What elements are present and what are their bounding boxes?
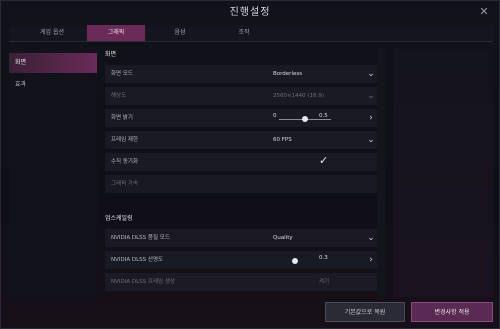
setting-label: 화면 밝기: [111, 115, 133, 121]
setting-label: NVIDIA DLSS 품질 모드: [111, 235, 170, 241]
description-panel: [393, 49, 493, 297]
setting-label: 프레임 제한: [111, 137, 139, 143]
setting-row-vsync[interactable]: 수직 동기화 ✓: [105, 153, 383, 171]
setting-row-dlss-mode[interactable]: NVIDIA DLSS 품질 모드 Quality ⌄: [105, 229, 383, 247]
setting-label: 수직 동기화: [111, 159, 139, 165]
check-icon[interactable]: ✓: [319, 154, 331, 168]
setting-value: Quality: [273, 235, 293, 241]
apply-changes-button[interactable]: 변경사항 적용: [411, 302, 493, 322]
section-title-display: 화면: [105, 51, 117, 58]
setting-value: Borderless: [273, 71, 303, 77]
setting-row-dlss-sharpness[interactable]: NVIDIA DLSS 선명도 0.3 ›: [105, 251, 383, 269]
brightness-slider-knob[interactable]: [302, 116, 308, 122]
section-title-upscaling: 업스케일링: [105, 215, 133, 222]
slider-value-label: 0.3: [319, 255, 328, 261]
window-title: 진행설정: [229, 7, 271, 18]
chevron-down-icon[interactable]: ⌄: [365, 232, 377, 244]
setting-label: NVIDIA DLSS 선명도: [111, 257, 164, 263]
close-icon[interactable]: ✕: [478, 6, 490, 18]
chevron-down-icon[interactable]: ⌄: [365, 134, 377, 146]
slider-max-label: 0.5: [319, 113, 328, 119]
sidebar-item-effects[interactable]: 효과: [9, 75, 97, 95]
setting-label: 해상도: [111, 93, 127, 99]
setting-value: 2560×1440 (16:9): [273, 93, 324, 99]
settings-panel: 화면 화면 모드 Borderless ⌄ 해상도 2560×1440 (16:…: [101, 45, 389, 297]
setting-row-frame-limit[interactable]: 프레임 제한 60 FPS ⌄: [105, 131, 383, 149]
setting-row-brightness[interactable]: 화면 밝기 0 0.5 ›: [105, 109, 383, 127]
tab-graphics[interactable]: 그래픽: [87, 25, 145, 41]
tab-bar: 게임 옵션 그래픽 음성 조작: [9, 25, 493, 42]
setting-row-display-mode[interactable]: 화면 모드 Borderless ⌄: [105, 65, 383, 83]
chevron-down-icon[interactable]: ⌄: [365, 90, 377, 102]
chevron-down-icon[interactable]: ⌄: [365, 68, 377, 80]
setting-row-dlss-frame[interactable]: NVIDIA DLSS 프레임 생성 켜기: [105, 273, 383, 291]
tab-game-options[interactable]: 게임 옵션: [23, 25, 81, 41]
settings-window: 진행설정 ✕ 게임 옵션 그래픽 음성 조작 화면 효과 화면 화면 모드 Bo…: [0, 0, 500, 329]
sidebar: 화면 효과: [9, 49, 97, 297]
tab-audio[interactable]: 음성: [151, 25, 209, 41]
chevron-right-icon[interactable]: ›: [365, 112, 377, 124]
slider-min-label: 0: [273, 113, 277, 119]
setting-label: 그래픽 가속: [111, 181, 139, 187]
tab-controls[interactable]: 조작: [215, 25, 273, 41]
chevron-right-icon[interactable]: ›: [365, 254, 377, 266]
setting-row-resolution[interactable]: 해상도 2560×1440 (16:9) ⌄: [105, 87, 383, 105]
setting-value: 60 FPS: [273, 137, 292, 143]
reset-defaults-button[interactable]: 기본값으로 복원: [325, 302, 405, 322]
setting-value: 켜기: [319, 279, 330, 285]
sidebar-item-display[interactable]: 화면: [9, 53, 97, 73]
settings-scrollbar[interactable]: [377, 49, 385, 297]
sharpness-slider-knob[interactable]: [291, 258, 298, 264]
setting-label: 화면 모드: [111, 71, 133, 77]
setting-label: NVIDIA DLSS 프레임 생성: [111, 279, 175, 285]
setting-row-extra[interactable]: 그래픽 가속: [105, 175, 383, 193]
